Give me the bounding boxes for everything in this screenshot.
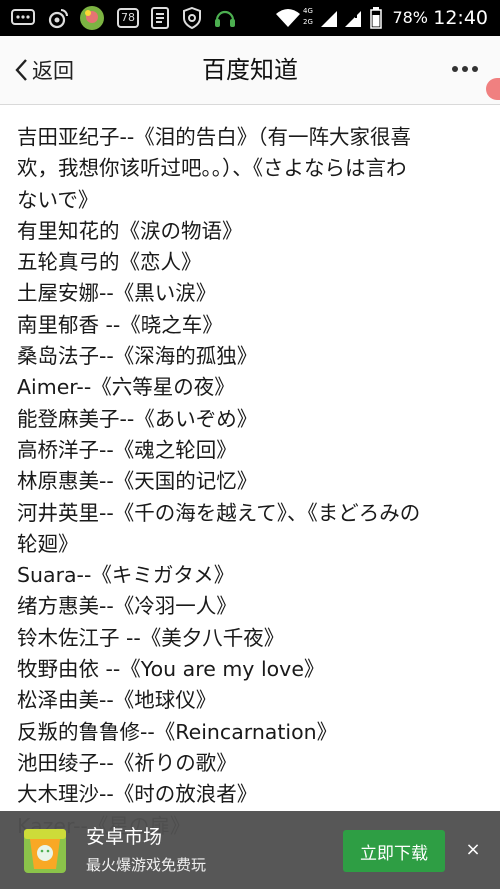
content-line: 高桥洋子--《魂之轮回》 bbox=[17, 437, 237, 462]
content-line: 桑岛法子--《深海的孤独》 bbox=[17, 344, 258, 369]
content-line: ないで》 bbox=[17, 187, 99, 212]
content-line: 南里郁香 --《晓之车》 bbox=[17, 312, 223, 337]
battery-percent: 78% bbox=[392, 8, 428, 27]
signal-icon-2 bbox=[342, 6, 364, 30]
more-menu-icon[interactable] bbox=[452, 66, 478, 72]
content-line: 牧野由依 --《You are my love》 bbox=[17, 657, 325, 682]
download-button[interactable]: 立即下载 bbox=[343, 830, 445, 872]
network-type-bottom: 2G bbox=[303, 18, 313, 26]
content-line: 池田绫子--《祈りの歌》 bbox=[17, 750, 237, 775]
answer-content: 吉田亚纪子--《泪的告白》（有一阵大家很喜 欢，我想你该听过吧。。）、《さよならは… bbox=[17, 122, 487, 842]
content-line: Suara--《キミガタメ》 bbox=[17, 563, 235, 588]
content-line: 反叛的鲁鲁修--《Reincarnation》 bbox=[17, 719, 338, 744]
document-icon bbox=[148, 6, 172, 30]
content-line: 大木理沙--《时の放浪者》 bbox=[17, 782, 258, 807]
shield-icon bbox=[180, 6, 204, 30]
content-line: Aimer--《六等星の夜》 bbox=[17, 375, 235, 400]
content-line: 铃木佐江子 --《美夕八千夜》 bbox=[17, 625, 285, 650]
battery-icon bbox=[368, 6, 384, 30]
content-line: 松泽由美--《地球仪》 bbox=[17, 688, 217, 713]
page-title: 百度知道 bbox=[202, 56, 298, 84]
content-line: 林原惠美--《天国的记忆》 bbox=[17, 469, 258, 494]
content-line: 有里知花的《涙の物语》 bbox=[17, 218, 243, 243]
message-icon bbox=[10, 6, 36, 30]
content-line: 绪方惠美--《冷羽一人》 bbox=[17, 594, 237, 619]
wifi-icon bbox=[274, 6, 302, 30]
status-bar: 78 4G 2G 78% 12:40 bbox=[0, 0, 500, 36]
close-icon[interactable]: × bbox=[461, 838, 485, 862]
content-line: 吉田亚纪子--《泪的告白》（有一阵大家很喜 bbox=[17, 125, 412, 149]
app-avatar-icon bbox=[78, 6, 106, 30]
content-line: 能登麻美子--《あいぞめ》 bbox=[17, 406, 258, 431]
weibo-icon bbox=[46, 6, 70, 30]
ad-banner[interactable]: 安卓市场 最火爆游戏免费玩 立即下载 × bbox=[0, 811, 500, 889]
notification-count: 78 bbox=[117, 8, 139, 28]
content-line: 轮廻》 bbox=[17, 531, 79, 556]
content-line: 欢，我想你该听过吧。。）、《さよならは言わ bbox=[17, 156, 407, 181]
app-market-logo-icon bbox=[20, 823, 72, 877]
ad-title: 安卓市场 bbox=[86, 826, 163, 848]
network-type-top: 4G bbox=[303, 7, 313, 15]
floating-bubble[interactable] bbox=[486, 78, 500, 100]
content-line: 河井英里--《千の海を越えて》、《まどろみの bbox=[17, 500, 421, 525]
content-line: 五轮真弓的《恋人》 bbox=[17, 250, 202, 275]
ad-subtitle: 最火爆游戏免费玩 bbox=[86, 856, 207, 874]
content-line: 土屋安娜--《黒い涙》 bbox=[17, 281, 217, 306]
signal-icon-1 bbox=[318, 6, 340, 30]
clock: 12:40 bbox=[433, 7, 488, 29]
notification-count-icon: 78 bbox=[114, 6, 142, 30]
headset-icon bbox=[212, 6, 238, 30]
title-bar: 返回 百度知道 bbox=[0, 36, 500, 105]
